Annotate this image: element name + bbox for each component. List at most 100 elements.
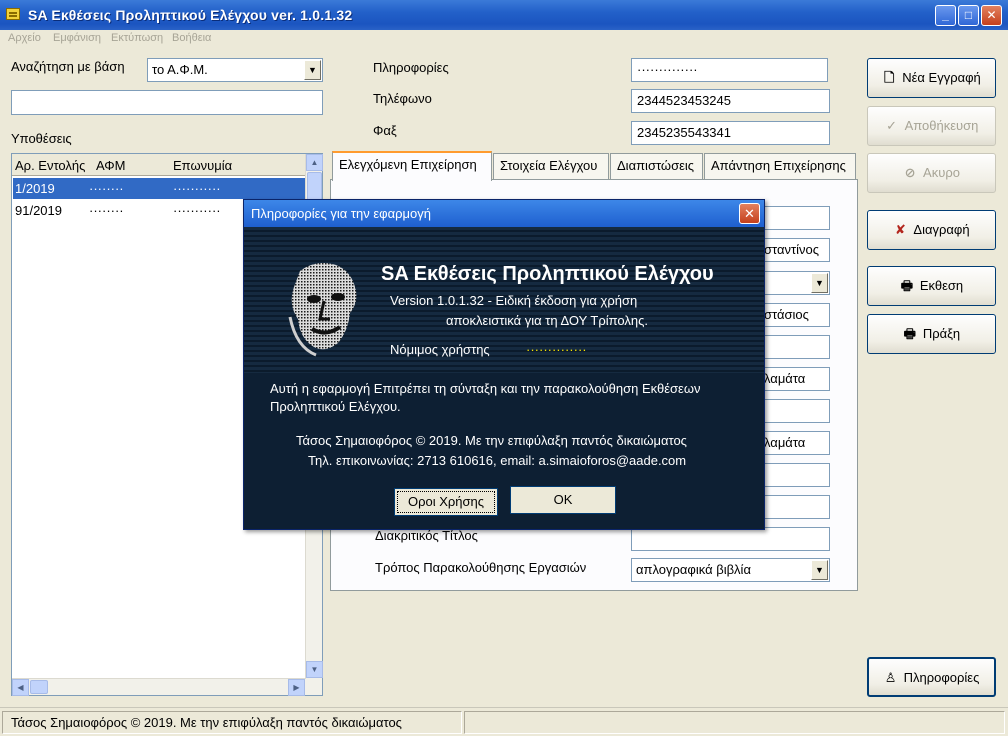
window-titlebar[interactable]: SA Εκθέσεις Προληπτικού Ελέγχου ver. 1.0…: [0, 0, 1008, 30]
report-label: Εκθεση: [919, 278, 964, 293]
scroll-thumb-horizontal[interactable]: [30, 680, 48, 694]
form-field[interactable]: σταντίνος: [760, 238, 830, 262]
save-label: Αποθήκευση: [904, 118, 979, 133]
form-field[interactable]: στάσιος: [760, 303, 830, 327]
search-input[interactable]: [11, 90, 323, 115]
status-text: Τάσος Σημαιοφόρος © 2019. Με την επιφύλα…: [2, 711, 462, 734]
menu-help[interactable]: Βοήθεια: [172, 32, 211, 44]
tracking-label: Τρόπος Παρακολούθησης Εργασιών: [375, 560, 587, 575]
menu-view[interactable]: Εμφάνιση: [53, 32, 101, 44]
cell-order: 91/2019: [15, 203, 62, 218]
form-field[interactable]: λαμάτα: [760, 367, 830, 391]
cell-afm: ········: [89, 203, 124, 218]
licensed-user-label: Νόμιμος χρήστης: [390, 342, 490, 357]
fax-field[interactable]: 2345235543341: [631, 121, 830, 145]
phone-label: Τηλέφωνο: [373, 91, 432, 106]
menu-file[interactable]: Αρχείο: [8, 32, 41, 44]
dialog-close-button[interactable]: ✕: [739, 203, 760, 224]
status-pane-empty: [464, 711, 1005, 734]
scroll-down-icon[interactable]: ▼: [306, 661, 323, 678]
act-button[interactable]: 🖶 Πράξη: [867, 314, 996, 354]
column-name[interactable]: Επωνυμία: [173, 158, 232, 173]
cell-name: ···········: [173, 181, 221, 196]
chevron-down-icon[interactable]: ▼: [811, 560, 828, 580]
new-record-button[interactable]: 🗋 Νέα Εγγραφή: [867, 58, 996, 98]
checkmark-icon: ✓: [886, 118, 898, 133]
delete-x-icon: ✘: [894, 222, 906, 237]
tracking-select[interactable]: απλογραφικά βιβλία ▼: [631, 558, 830, 582]
list-horizontal-scrollbar[interactable]: ◀ ▶: [12, 678, 306, 696]
search-mode-select[interactable]: το Α.Φ.Μ. ▼: [147, 58, 323, 82]
dialog-heading: SA Εκθέσεις Προληπτικού Ελέγχου: [381, 263, 714, 285]
dialog-contact: Τηλ. επικοινωνίας: 2713 610616, email: a…: [308, 453, 687, 468]
description-line-2: Προληπτικού Ελέγχου.: [270, 399, 401, 414]
chevron-down-icon[interactable]: ▼: [811, 273, 828, 293]
search-mode-value: το Α.Φ.Μ.: [152, 62, 208, 77]
form-field[interactable]: λαμάτα: [760, 431, 830, 455]
ok-button[interactable]: OK: [510, 486, 616, 514]
act-label: Πράξη: [922, 326, 961, 341]
cell-order: 1/2019: [15, 181, 55, 196]
description-line-1: Αυτή η εφαρμογή Επιτρέπει τη σύνταξη και…: [270, 381, 701, 396]
status-bar: Τάσος Σημαιοφόρος © 2019. Με την επιφύλα…: [0, 707, 1008, 736]
delete-button[interactable]: ✘ Διαγραφή: [867, 210, 996, 250]
printer-icon: 🖶: [903, 326, 916, 341]
licensed-user-value: ··············: [526, 342, 587, 357]
minimize-button[interactable]: _: [935, 5, 956, 26]
dialog-lower-panel: Αυτή η εφαρμογή Επιτρέπει τη σύνταξη και…: [244, 373, 764, 529]
column-afm[interactable]: ΑΦΜ: [96, 158, 126, 173]
search-label: Αναζήτηση με βάση: [11, 59, 125, 74]
cancel-label: Ακυρο: [923, 165, 960, 180]
form-field[interactable]: [760, 335, 830, 359]
dialog-copyright: Τάσος Σημαιοφόρος © 2019. Με την επιφύλα…: [296, 433, 687, 448]
cases-list-header: Αρ. Εντολής ΑΦΜ Επωνυμία: [12, 154, 306, 176]
scroll-right-icon[interactable]: ▶: [288, 679, 305, 696]
cases-label: Υποθέσεις: [11, 131, 72, 146]
form-field[interactable]: [760, 399, 830, 423]
form-field[interactable]: [760, 206, 830, 230]
trade-title-field[interactable]: [631, 527, 830, 551]
printer-icon: 🖶: [900, 278, 913, 293]
cancel-button[interactable]: ⊘ Ακυρο: [867, 153, 996, 193]
fax-label: Φαξ: [373, 123, 397, 138]
tab-findings[interactable]: Διαπιστώσεις: [610, 153, 703, 179]
menu-bar: Αρχείο Εμφάνιση Εκτύπωση Βοήθεια: [0, 30, 1008, 48]
tab-audit-details[interactable]: Στοιχεία Ελέγχου: [493, 153, 609, 179]
terms-of-use-button[interactable]: Οροι Χρήσης: [394, 488, 498, 516]
author-portrait-icon: [288, 263, 357, 357]
cancel-circle-icon: ⊘: [904, 165, 916, 180]
tracking-value: απλογραφικά βιβλία: [636, 562, 751, 577]
version-line-1: Version 1.0.1.32 - Ειδική έκδοση για χρή…: [390, 293, 638, 308]
delete-label: Διαγραφή: [913, 222, 970, 237]
save-button[interactable]: ✓ Αποθήκευση: [867, 106, 996, 146]
trade-title-label: Διακριτικός Τίτλος: [375, 528, 478, 543]
info-button-label: Πληροφορίες: [903, 670, 980, 685]
tab-audited-business[interactable]: Ελεγχόμενη Επιχείρηση: [332, 151, 492, 181]
phone-field[interactable]: 2344523453245: [631, 89, 830, 113]
info-people-icon: ♙: [884, 670, 897, 685]
cell-afm: ········: [89, 181, 124, 196]
info-label: Πληροφορίες: [373, 60, 449, 75]
scroll-left-icon[interactable]: ◀: [12, 679, 29, 696]
about-dialog: Πληροφορίες για την εφαρμογή ✕ SA Εκθέσε…: [243, 199, 765, 530]
menu-print[interactable]: Εκτύπωση: [111, 32, 163, 44]
form-field[interactable]: [760, 463, 830, 487]
form-field[interactable]: [760, 495, 830, 519]
info-field[interactable]: ··············: [631, 58, 828, 82]
column-order-number[interactable]: Αρ. Εντολής: [15, 158, 85, 173]
version-line-2: αποκλειστικά για τη ΔΟΥ Τρίπολης.: [446, 313, 649, 328]
new-record-label: Νέα Εγγραφή: [902, 70, 981, 85]
chevron-down-icon[interactable]: ▼: [304, 60, 321, 80]
dialog-titlebar[interactable]: Πληροφορίες για την εφαρμογή ✕: [244, 200, 764, 227]
scroll-up-icon[interactable]: ▲: [306, 154, 323, 171]
maximize-button[interactable]: □: [958, 5, 979, 26]
info-button[interactable]: ♙ Πληροφορίες: [867, 657, 996, 697]
tab-business-response[interactable]: Απάντηση Επιχείρησης: [704, 153, 856, 179]
report-button[interactable]: 🖶 Εκθεση: [867, 266, 996, 306]
table-row[interactable]: 1/2019 ········ ···········: [13, 178, 305, 199]
new-document-icon: 🗋: [883, 70, 895, 85]
form-select[interactable]: ▼: [760, 271, 830, 295]
app-icon: [6, 8, 20, 20]
window-title: SA Εκθέσεις Προληπτικού Ελέγχου ver. 1.0…: [28, 7, 353, 23]
close-button[interactable]: ✕: [981, 5, 1002, 26]
